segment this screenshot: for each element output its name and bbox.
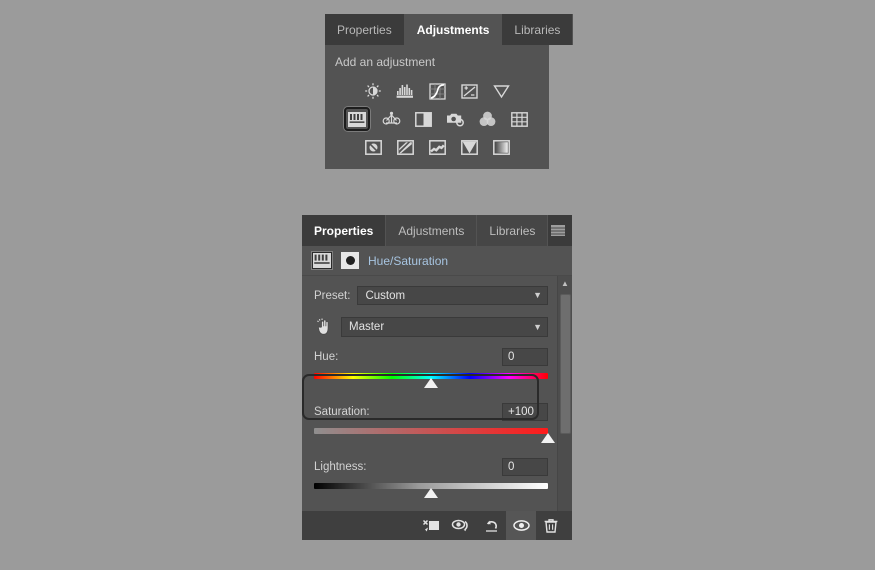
saturation-slider-block: Saturation: +100 xyxy=(314,403,555,444)
tab-adjustments[interactable]: Adjustments xyxy=(404,14,503,45)
chevron-down-icon: ▼ xyxy=(533,321,542,332)
preset-value: Custom xyxy=(365,289,406,302)
hue-slider-block: Hue: 0 xyxy=(314,348,548,389)
properties-panel-tabbar: Properties Adjustments Libraries xyxy=(302,215,572,246)
properties-panel: Properties Adjustments Libraries Hue/Sat… xyxy=(302,215,572,540)
saturation-value-input[interactable]: +100 xyxy=(502,403,548,421)
lightness-track-wrap[interactable] xyxy=(314,483,548,499)
scrollbar-thumb[interactable] xyxy=(559,294,571,434)
reset-button[interactable] xyxy=(476,511,506,540)
properties-body: Preset: Custom ▼ Master ▼ Hue: 0 Saturat… xyxy=(302,276,572,530)
tab-adjustments[interactable]: Adjustments xyxy=(386,215,478,246)
clip-to-layer-button[interactable] xyxy=(416,511,446,540)
lightness-slider-thumb[interactable] xyxy=(424,488,438,498)
lightness-label: Lightness: xyxy=(314,461,367,473)
properties-scrollbar[interactable]: ▲ ▼ xyxy=(557,276,572,523)
adjustment-icon-row xyxy=(325,105,549,133)
channel-dropdown[interactable]: Master ▼ xyxy=(341,317,548,337)
hue-value: 0 xyxy=(508,351,515,363)
toggle-visibility-button[interactable] xyxy=(506,511,536,540)
tab-libraries[interactable]: Libraries xyxy=(477,215,549,246)
color-balance-icon[interactable] xyxy=(380,109,402,129)
scroll-up-arrow-icon[interactable]: ▲ xyxy=(561,276,569,290)
invert-icon[interactable] xyxy=(362,137,384,157)
preset-row: Preset: Custom ▼ xyxy=(314,286,548,305)
hue-track-wrap[interactable] xyxy=(314,373,548,389)
curves-icon[interactable] xyxy=(426,81,448,101)
hand-pointer-icon[interactable] xyxy=(314,317,334,337)
preset-dropdown[interactable]: Custom ▼ xyxy=(357,286,548,305)
tab-properties[interactable]: Properties xyxy=(325,14,405,45)
add-an-adjustment-label: Add an adjustment xyxy=(335,55,436,69)
lightness-value-input[interactable]: 0 xyxy=(502,458,548,476)
channel-row: Master ▼ xyxy=(314,317,548,337)
saturation-value: +100 xyxy=(508,406,534,418)
adjustment-icon-grid xyxy=(325,69,549,161)
toggle-before-after-button[interactable] xyxy=(446,511,476,540)
hue-saturation-thumbnail[interactable] xyxy=(312,252,332,269)
saturation-slider-thumb[interactable] xyxy=(541,433,555,443)
hue-label: Hue: xyxy=(314,351,339,363)
layer-mask-thumbnail[interactable] xyxy=(341,252,359,269)
saturation-label: Saturation: xyxy=(314,406,370,418)
saturation-track-wrap[interactable] xyxy=(314,428,555,444)
scrollbar-gutter[interactable] xyxy=(559,290,572,509)
hue-slider-thumb[interactable] xyxy=(424,378,438,388)
hue-value-input[interactable]: 0 xyxy=(502,348,548,366)
vibrance-icon[interactable] xyxy=(490,81,512,101)
properties-footer xyxy=(302,511,572,540)
adjustment-layer-header: Hue/Saturation xyxy=(302,246,572,276)
photo-filter-icon[interactable] xyxy=(444,109,466,129)
hue-saturation-icon[interactable] xyxy=(344,107,370,131)
brightness-contrast-icon[interactable] xyxy=(362,81,384,101)
tab-properties[interactable]: Properties xyxy=(302,215,387,246)
channel-value: Master xyxy=(349,321,385,333)
black-and-white-icon[interactable] xyxy=(412,109,434,129)
lightness-value: 0 xyxy=(508,461,515,473)
gradient-map-icon[interactable] xyxy=(490,137,512,157)
lightness-slider-head: Lightness: 0 xyxy=(314,458,548,476)
properties-controls: Preset: Custom ▼ Master ▼ Hue: 0 Saturat… xyxy=(302,276,557,530)
exposure-icon[interactable] xyxy=(458,81,480,101)
adjustments-panel-tabbar: Properties Adjustments Libraries xyxy=(325,14,574,45)
saturation-slider-head: Saturation: +100 xyxy=(314,403,548,421)
hue-slider-head: Hue: 0 xyxy=(314,348,548,366)
posterize-icon[interactable] xyxy=(394,137,416,157)
lightness-slider-block: Lightness: 0 xyxy=(314,458,548,499)
chevron-down-icon: ▼ xyxy=(533,290,542,300)
selective-color-icon[interactable] xyxy=(458,137,480,157)
saturation-track[interactable] xyxy=(314,428,548,434)
adjustments-panel: Properties Adjustments Libraries Add an … xyxy=(325,14,574,169)
adjustment-icon-row xyxy=(325,77,549,105)
adjustment-icon-row xyxy=(325,133,549,161)
screenshot-canvas: Properties Adjustments Libraries Add an … xyxy=(0,0,875,570)
color-lookup-icon[interactable] xyxy=(508,109,530,129)
delete-layer-button[interactable] xyxy=(536,511,566,540)
levels-icon[interactable] xyxy=(394,81,416,101)
panel-menu-icon[interactable] xyxy=(550,223,566,237)
threshold-icon[interactable] xyxy=(426,137,448,157)
adjustment-title: Hue/Saturation xyxy=(368,253,449,268)
tab-libraries[interactable]: Libraries xyxy=(502,14,574,45)
channel-mixer-icon[interactable] xyxy=(476,109,498,129)
preset-label: Preset: xyxy=(314,289,351,302)
